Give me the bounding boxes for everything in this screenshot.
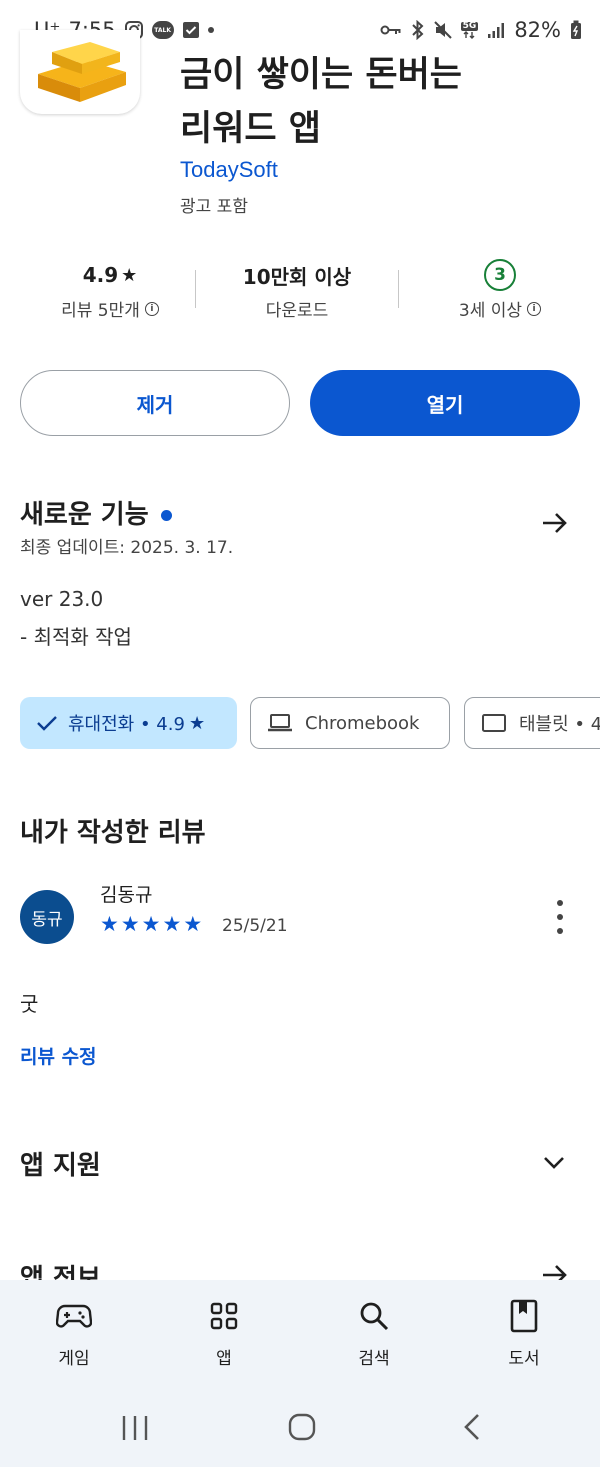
nav-apps[interactable]: 앱 — [174, 1296, 274, 1369]
chevron-down-icon[interactable] — [542, 1150, 566, 1178]
tablet-icon — [482, 714, 506, 732]
whats-new-header[interactable]: 새로운 기능 — [20, 494, 172, 531]
bluetooth-icon — [411, 20, 425, 40]
network-5g-icon: 5G — [460, 20, 479, 39]
star-icon: ★ — [141, 912, 161, 936]
contains-ads-note: 광고 포함 — [180, 197, 248, 217]
edit-review-link[interactable]: 리뷰 수정 — [20, 1042, 97, 1069]
age-rating-label: 3세 이상 — [458, 301, 523, 321]
chip-phone[interactable]: 휴대전화 • 4.9 ★ — [20, 697, 237, 749]
app-icon — [20, 30, 140, 114]
chip-tablet-label: 태블릿 • 4 — [519, 714, 600, 735]
developer-link[interactable]: TodaySoft — [180, 157, 278, 183]
chip-chromebook[interactable]: Chromebook — [250, 697, 450, 749]
info-icon: i — [527, 301, 542, 316]
info-icon: i — [144, 301, 159, 316]
device-chips: 휴대전화 • 4.9 ★ Chromebook 태블릿 • 4 — [20, 697, 600, 751]
stat-divider — [195, 270, 196, 308]
stat-divider — [398, 270, 399, 308]
arrow-right-icon[interactable] — [540, 508, 570, 542]
recent-apps-icon[interactable] — [118, 1414, 152, 1446]
uninstall-button[interactable]: 제거 — [20, 370, 290, 436]
gamepad-icon — [24, 1296, 124, 1336]
laptop-icon — [268, 714, 292, 732]
whats-new-title: 새로운 기능 — [20, 500, 149, 530]
system-navigation-bar — [0, 1392, 600, 1467]
chip-chromebook-label: Chromebook — [305, 712, 420, 734]
my-review-title: 내가 작성한 리뷰 — [20, 818, 206, 848]
nav-apps-label: 앱 — [216, 1349, 232, 1369]
book-icon — [474, 1296, 574, 1336]
apps-grid-icon — [174, 1296, 274, 1336]
network-type-label: 5G — [460, 20, 479, 31]
chip-tablet[interactable]: 태블릿 • 4 — [464, 697, 600, 749]
review-text: 굿 — [20, 992, 39, 1016]
star-icon: ★ — [162, 912, 182, 936]
downloads-stat: 10만회 이상 다운로드 — [197, 258, 397, 322]
app-title-line-1: 금이 쌓이는 돈버는 — [180, 55, 462, 95]
nav-books[interactable]: 도서 — [474, 1296, 574, 1369]
nav-books-label: 도서 — [508, 1349, 540, 1369]
check-icon — [37, 716, 57, 731]
app-support-header[interactable]: 앱 지원 — [20, 1145, 101, 1182]
downloads-label: 다운로드 — [265, 301, 329, 321]
star-icon: ★ — [120, 912, 140, 936]
nav-search[interactable]: 검색 — [324, 1296, 424, 1369]
review-date: 25/5/21 — [222, 916, 288, 936]
more-options-icon[interactable] — [552, 900, 568, 934]
gold-bars-icon — [38, 42, 126, 102]
star-icon: ★ — [188, 712, 206, 734]
release-note: - 최적화 작업 — [20, 625, 132, 649]
avatar: 동규 — [20, 890, 74, 944]
back-icon[interactable] — [460, 1412, 484, 1446]
nav-games[interactable]: 게임 — [24, 1296, 124, 1369]
review-count: 리뷰 5만개 — [61, 301, 140, 321]
open-button[interactable]: 열기 — [310, 370, 580, 436]
signal-strength-icon — [487, 21, 505, 39]
app-title-line-2: 리워드 앱 — [180, 109, 321, 149]
app-title: 금이 쌓이는 돈버는 리워드 앱 — [180, 48, 580, 156]
checkbox-notification-icon — [182, 21, 200, 39]
release-version: ver 23.0 — [20, 587, 104, 611]
star-icon: ★ — [183, 912, 203, 936]
content-rating-stat[interactable]: 3 3세 이상 i — [400, 258, 600, 321]
star-icon: ★ — [121, 264, 138, 286]
review-stars: ★ ★ ★ ★ ★ — [100, 912, 202, 936]
battery-percent: 82% — [514, 18, 561, 42]
more-notifications-dot-icon — [207, 27, 214, 33]
rating-value: 4.9 — [82, 263, 119, 287]
search-icon — [324, 1296, 424, 1336]
bottom-navigation: 게임 앱 검색 도서 — [0, 1280, 600, 1392]
new-indicator-dot — [160, 510, 172, 521]
kakaotalk-icon: TALK — [151, 21, 174, 39]
home-icon[interactable] — [287, 1412, 317, 1446]
rating-stat[interactable]: 4.9 ★ 리뷰 5만개 i — [20, 258, 200, 321]
downloads-value: 10만회 이상 — [242, 264, 352, 289]
battery-charging-icon — [570, 20, 582, 40]
age-rating-badge: 3 — [484, 259, 516, 291]
star-icon: ★ — [100, 912, 119, 936]
chip-phone-label: 휴대전화 • 4.9 — [68, 714, 185, 735]
nav-games-label: 게임 — [58, 1349, 90, 1369]
last-updated: 최종 업데이트: 2025. 3. 17. — [20, 538, 234, 558]
app-stats: 4.9 ★ 리뷰 5만개 i 10만회 이상 다운로드 3 3세 이상 i — [0, 258, 600, 328]
mute-icon — [433, 21, 452, 39]
reviewer-name: 김동규 — [100, 884, 153, 906]
nav-search-label: 검색 — [358, 1349, 390, 1369]
vpn-key-icon — [380, 23, 402, 37]
